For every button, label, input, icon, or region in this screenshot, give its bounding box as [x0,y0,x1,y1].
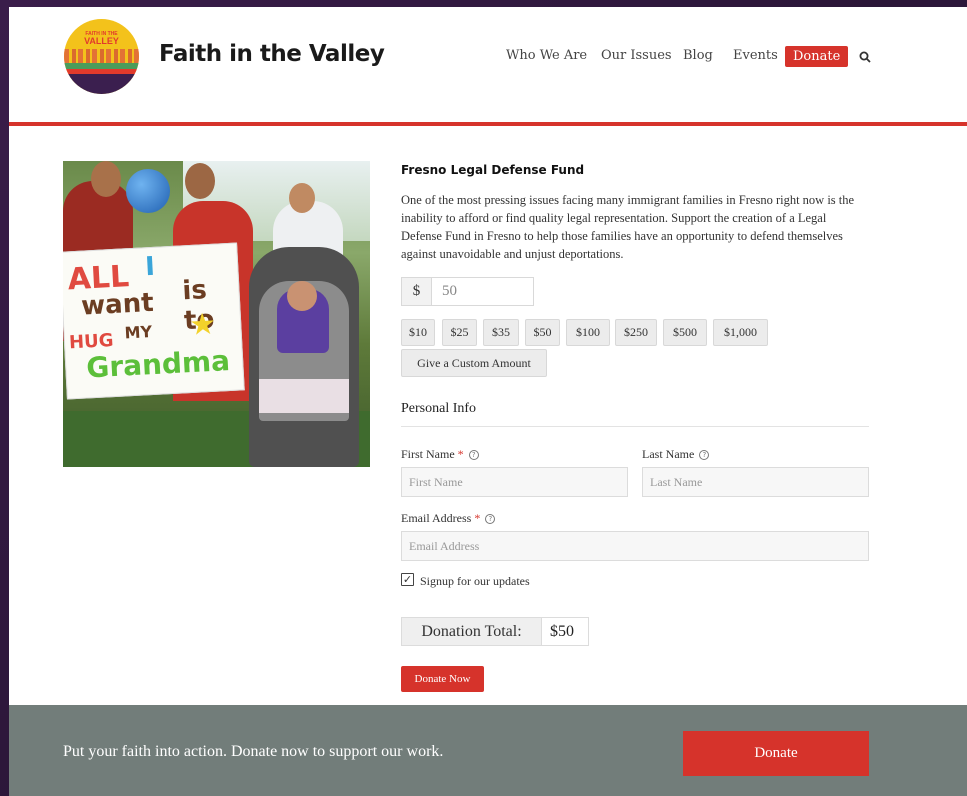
sign-text: I [144,251,156,283]
star-icon: ★ [188,306,218,344]
email-label: Email Address *? [401,511,496,526]
amount-input[interactable]: 50 [442,278,457,305]
nav-our-issues[interactable]: Our Issues [601,48,672,63]
logo-band [64,74,139,94]
nav-who-we-are[interactable]: Who We Are [506,48,587,63]
level-button-25[interactable]: $25 [442,319,477,346]
form-description: One of the most pressing issues facing m… [401,193,855,261]
first-name-label: First Name *? [401,447,479,462]
campaign-photo: ALL I want is to HUG MY ★ Grandma [63,161,370,467]
photo-man-left-face [91,161,121,197]
signup-label[interactable]: Signup for our updates [420,574,530,589]
photo-woman-face [289,183,315,213]
amount-field[interactable]: $ 50 [401,277,534,306]
level-button-250[interactable]: $250 [615,319,657,346]
footer-donate-button[interactable]: Donate [683,731,869,776]
sign-text: Grandma [85,343,231,385]
required-mark: * [457,447,464,461]
help-icon[interactable]: ? [699,450,710,460]
level-button-100[interactable]: $100 [566,319,610,346]
donate-now-button[interactable]: Donate Now [401,666,484,692]
first-name-input[interactable]: First Name [401,467,628,497]
level-button-10[interactable]: $10 [401,319,435,346]
last-name-label: Last Name? [642,447,710,462]
level-button-35[interactable]: $35 [483,319,519,346]
level-button-50[interactable]: $50 [525,319,560,346]
nav-blog[interactable]: Blog [683,48,713,63]
email-label-text: Email Address [401,511,472,525]
first-name-label-text: First Name [401,447,455,461]
photo-man-center-face [185,163,215,199]
nav-events[interactable]: Events [733,48,778,63]
level-button-500[interactable]: $500 [663,319,707,346]
footer-text: Put your faith into action. Donate now t… [63,743,444,760]
header-divider [9,122,967,126]
donation-total-label: Donation Total: [402,618,542,645]
sign-text: MY [124,322,153,343]
email-input[interactable]: Email Address [401,531,869,561]
level-button-1000[interactable]: $1,000 [713,319,768,346]
photo-blanket [259,379,349,413]
footer-cta: Put your faith into action. Donate now t… [9,705,967,796]
currency-symbol: $ [402,278,432,305]
donation-total-value: $50 [550,623,574,640]
page: FAITH IN THE VALLEY Faith in the Valley … [9,7,967,796]
sign-text: want [80,287,155,322]
help-icon[interactable]: ? [468,450,479,460]
help-icon[interactable]: ? [485,514,496,524]
last-name-label-text: Last Name [642,447,695,461]
donation-levels: $10 $25 $35 $50 $100 $250 $500 $1,000 [401,319,871,349]
donation-total: Donation Total: $50 [401,617,589,646]
section-divider [401,426,869,427]
site-header: FAITH IN THE VALLEY Faith in the Valley … [9,7,967,122]
photo-baby-face [287,281,317,311]
photo-balloon [126,169,170,213]
main-nav: Who We Are Our Issues Blog Events Donate [9,45,967,69]
personal-info-title: Personal Info [401,401,477,416]
search-icon[interactable] [859,51,871,63]
required-mark: * [474,511,481,525]
nav-donate-button[interactable]: Donate [785,46,849,67]
custom-amount-button[interactable]: Give a Custom Amount [401,349,547,377]
protest-sign: ALL I want is to HUG MY ★ Grandma [63,242,245,400]
signup-checkbox[interactable]: ✓ [401,573,414,586]
last-name-input[interactable]: Last Name [642,467,869,497]
form-title: Fresno Legal Defense Fund [401,163,585,177]
logo-text: FAITH IN THE VALLEY [64,31,139,46]
